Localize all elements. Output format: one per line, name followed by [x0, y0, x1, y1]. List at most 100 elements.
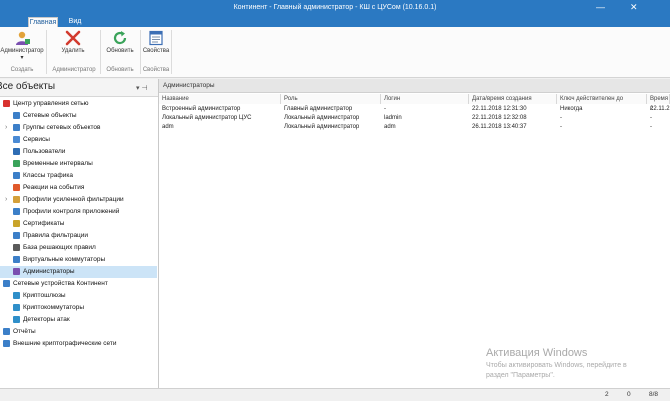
tree-item-app-control[interactable]: Профили контроля приложений	[0, 206, 157, 218]
tree-item-label: Виртуальные коммутаторы	[23, 256, 106, 263]
traffic-classes-icon	[13, 172, 20, 179]
tree-item-rules-base[interactable]: База решающих правил	[0, 242, 157, 254]
created-cell: 22.11.2018 12:32:08	[472, 115, 527, 121]
tree-item-label: Классы трафика	[23, 172, 73, 179]
event-reactions-icon	[13, 184, 20, 191]
minimize-icon[interactable]: —	[596, 2, 605, 12]
tree-item-label: Отчёты	[13, 328, 36, 335]
activation-watermark-title: Активация Windows	[486, 347, 588, 359]
object-tree-pane: Все объекты ▾ ⊣ Центр управления сетью Се…	[0, 79, 159, 400]
tree-item-event-reactions[interactable]: Реакции на события	[0, 182, 157, 194]
properties-button[interactable]: Свойства	[141, 30, 171, 54]
administrator-icon	[16, 31, 30, 45]
app-control-icon	[13, 208, 20, 215]
title-bar: Континент - Главный администратор - КШ с…	[0, 0, 670, 17]
add-administrator-button[interactable]: Администратор ▾	[0, 30, 44, 61]
delete-button[interactable]: Удалить	[52, 30, 94, 54]
ribbon-separator	[171, 30, 172, 74]
tree-item-label: Группы сетевых объектов	[23, 124, 101, 131]
network-objects-icon	[13, 112, 20, 119]
tree-item-administrators[interactable]: Администраторы	[0, 266, 157, 278]
reports-icon	[3, 328, 10, 335]
status-bar: 2 0 8/8	[0, 388, 670, 401]
tree-item-network-objects[interactable]: Сетевые объекты	[0, 110, 157, 122]
expand-chevron-icon[interactable]: ›	[5, 122, 7, 134]
table-row[interactable]: adm Локальный администратор adm 26.11.2018 …	[159, 123, 670, 132]
column-time-header[interactable]: Время с	[647, 94, 670, 112]
tree-item-label: Сетевые объекты	[23, 112, 77, 119]
tree-item-external-networks[interactable]: ›Внешние криптографические сети	[0, 338, 157, 350]
column-name-header[interactable]: Название	[159, 94, 281, 104]
close-icon[interactable]: ✕	[630, 2, 638, 13]
tree-item-label: Профили контроля приложений	[23, 208, 120, 215]
tab-view[interactable]: Вид	[62, 17, 88, 27]
tree-item-certificates[interactable]: Сертификаты	[0, 218, 157, 230]
tree-item-label: Сервисы	[23, 136, 50, 143]
tree-item-traffic-classes[interactable]: Классы трафика	[0, 170, 157, 182]
column-key-valid-header[interactable]: Ключ действителен до	[557, 94, 647, 104]
login-cell: -	[384, 106, 386, 112]
group-administrator-label: Администратор	[52, 67, 96, 73]
virtual-switches-icon	[13, 256, 20, 263]
key-valid-cell: -	[560, 115, 562, 121]
attack-detectors-icon	[13, 316, 20, 323]
group-properties-label: Свойства	[142, 67, 170, 73]
dropdown-arrow-icon: ▾	[20, 55, 24, 61]
tree-item-crypto-switches[interactable]: Криптокоммутаторы	[0, 302, 157, 314]
tree-item-label: База решающих правил	[23, 244, 96, 251]
refresh-button[interactable]: Обновить	[102, 30, 138, 54]
tree-item-label: Реакции на события	[23, 184, 85, 191]
tree-item-label: Сертификаты	[23, 220, 65, 227]
object-tree-header: Все объекты ▾ ⊣	[0, 79, 158, 97]
users-icon	[13, 148, 20, 155]
network-devices-icon	[3, 280, 10, 287]
role-cell: Локальный администратор	[284, 124, 360, 130]
expand-chevron-icon[interactable]: ›	[5, 194, 7, 206]
column-created-header[interactable]: Дата/время создания	[469, 94, 557, 104]
crypto-gateways-icon	[13, 292, 20, 299]
object-tree-title: Все объекты	[0, 81, 56, 92]
ribbon-tabs: Главная Вид	[0, 17, 670, 27]
tree-item-filter-profiles[interactable]: › Профили усиленной фильтрации	[0, 194, 157, 206]
tree-item-label: Криптокоммутаторы	[23, 304, 85, 311]
tree-item-network-center[interactable]: Центр управления сетью	[0, 98, 157, 110]
ribbon-separator	[46, 30, 47, 74]
column-login-header[interactable]: Логин	[381, 94, 469, 104]
tree-item-label: Детекторы атак	[23, 316, 70, 323]
status-count-a: 2	[605, 391, 609, 398]
table-row[interactable]: Локальный администратор ЦУС Локальный адм…	[159, 114, 670, 123]
refresh-icon	[113, 31, 127, 45]
name-cell: adm	[162, 124, 174, 130]
time-cell: -	[650, 115, 652, 121]
tab-home[interactable]: Главная	[28, 17, 58, 27]
tree-item-attack-detectors[interactable]: Детекторы атак	[0, 314, 157, 326]
tree-item-crypto-gateways[interactable]: Криптошлюзы	[0, 290, 157, 302]
ribbon-separator	[100, 30, 101, 74]
time-intervals-icon	[13, 160, 20, 167]
pin-icon[interactable]: ▾ ⊣	[136, 84, 148, 92]
group-create-label: Создать	[10, 67, 34, 73]
crypto-switches-icon	[13, 304, 20, 311]
activation-watermark-line: раздел "Параметры".	[486, 372, 555, 379]
tree-item-label: Пользователи	[23, 148, 66, 155]
refresh-button-label: Обновить	[106, 48, 134, 54]
tree-item-virtual-switches[interactable]: Виртуальные коммутаторы	[0, 254, 157, 266]
certificates-icon	[13, 220, 20, 227]
created-cell: 26.11.2018 13:40:37	[472, 124, 527, 130]
filter-rules-icon	[13, 232, 20, 239]
administrators-icon	[13, 268, 20, 275]
tree-item-users[interactable]: Пользователи	[0, 146, 157, 158]
tree-item-network-devices[interactable]: Сетевые устройства Континент	[0, 278, 157, 290]
tree-item-object-groups[interactable]: › Группы сетевых объектов	[0, 122, 157, 134]
column-role-header[interactable]: Роль	[281, 94, 381, 104]
tree-item-services[interactable]: Сервисы	[0, 134, 157, 146]
tree-item-filter-rules[interactable]: Правила фильтрации	[0, 230, 157, 242]
services-icon	[13, 136, 20, 143]
role-cell: Главный администратор	[284, 106, 353, 112]
tree-item-reports[interactable]: Отчёты	[0, 326, 157, 338]
admin-button-label: Администратор	[0, 48, 44, 54]
table-row[interactable]: Встроенный администратор Главный админист…	[159, 105, 670, 114]
status-count-b: 0	[627, 391, 631, 398]
rules-base-icon	[13, 244, 20, 251]
tree-item-time-intervals[interactable]: Временные интервалы	[0, 158, 157, 170]
